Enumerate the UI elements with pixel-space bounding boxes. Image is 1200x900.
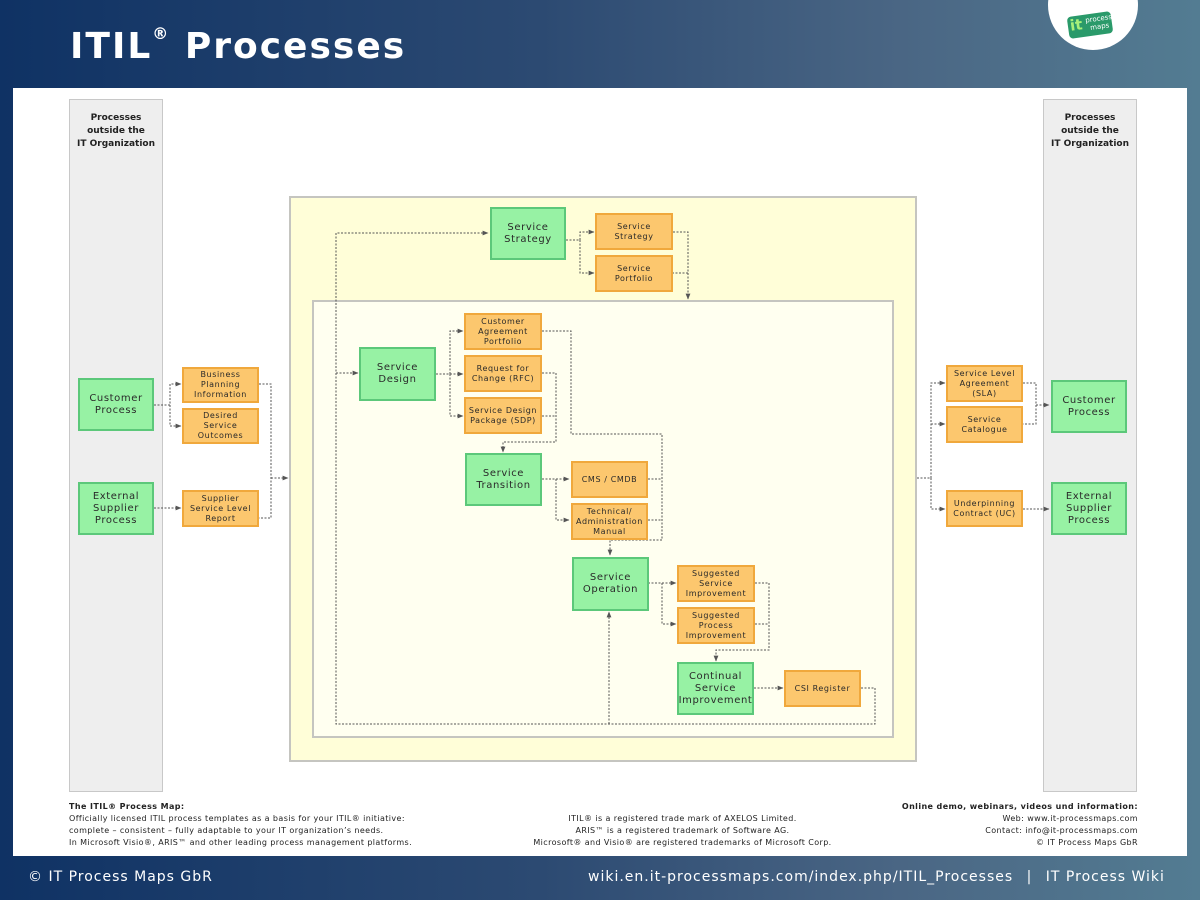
page-title: ITIL® Processes	[70, 24, 407, 67]
artifact-request-for-change[interactable]: Request for Change (RFC)	[464, 355, 542, 392]
artifact-service-strategy[interactable]: Service Strategy	[595, 213, 673, 250]
artifact-service-catalogue[interactable]: Service Catalogue	[946, 406, 1023, 443]
artifact-suggested-process-improvement[interactable]: Suggested Process Improvement	[677, 607, 755, 644]
process-service-design[interactable]: Service Design	[359, 347, 436, 401]
artifact-desired-service-outcomes[interactable]: Desired Service Outcomes	[182, 408, 259, 444]
external-supplier-process-left[interactable]: External Supplier Process	[78, 482, 154, 535]
artifact-service-level-agreement[interactable]: Service Level Agreement (SLA)	[946, 365, 1023, 402]
footer-right-heading: Online demo, webinars, videos und inform…	[901, 802, 1138, 811]
wiki-url-link[interactable]: wiki.en.it-processmaps.com/index.php/ITI…	[588, 869, 1013, 885]
artifact-service-design-package[interactable]: Service Design Package (SDP)	[464, 397, 542, 434]
bottom-copyright: © IT Process Maps GbR	[28, 869, 213, 885]
artifact-cms-cmdb[interactable]: CMS / CMDB	[571, 461, 648, 498]
artifact-suggested-service-improvement[interactable]: Suggested Service Improvement	[677, 565, 755, 602]
footer-left-heading: The ITIL® Process Map:	[69, 802, 185, 811]
footer-trademarks: ITIL® is a registered trade mark of AXEL…	[533, 814, 832, 847]
footer-contact: Online demo, webinars, videos und inform…	[860, 801, 1138, 849]
bottom-separator: |	[1026, 869, 1033, 885]
artifact-service-portfolio[interactable]: Service Portfolio	[595, 255, 673, 292]
process-service-strategy[interactable]: Service Strategy	[490, 207, 566, 260]
artifact-underpinning-contract[interactable]: Underpinning Contract (UC)	[946, 490, 1023, 527]
footer-process-map-note: The ITIL® Process Map: Officially license…	[69, 801, 412, 849]
artifact-supplier-service-level-report[interactable]: Supplier Service Level Report	[182, 490, 259, 527]
footer-left-body: Officially licensed ITIL process templat…	[69, 814, 413, 847]
left-column-external-processes: Processes outside the IT Organization	[69, 99, 163, 792]
it-process-wiki-link[interactable]: IT Process Wiki	[1046, 869, 1165, 885]
artifact-technical-administration-manual[interactable]: Technical/ Administration Manual	[571, 503, 648, 540]
left-column-title: Processes outside the IT Organization	[76, 113, 155, 149]
right-column-title: Processes outside the IT Organization	[1050, 113, 1129, 149]
artifact-business-planning-information[interactable]: Business Planning Information	[182, 367, 259, 403]
artifact-customer-agreement-portfolio[interactable]: Customer Agreement Portfolio	[464, 313, 542, 350]
customer-process-left[interactable]: Customer Process	[78, 378, 154, 431]
process-service-operation[interactable]: Service Operation	[572, 557, 649, 611]
logo-it-glyph: it	[1068, 15, 1084, 35]
external-supplier-process-right[interactable]: External Supplier Process	[1051, 482, 1127, 535]
process-service-transition[interactable]: Service Transition	[465, 453, 542, 506]
footer-right-body: Web: www.it-processmaps.com Contact: inf…	[985, 814, 1138, 847]
artifact-csi-register[interactable]: CSI Register	[784, 670, 861, 707]
right-column-external-processes: Processes outside the IT Organization	[1043, 99, 1137, 792]
process-continual-service-improvement[interactable]: Continual Service Improvement	[677, 662, 754, 715]
customer-process-right[interactable]: Customer Process	[1051, 380, 1127, 433]
bottom-links: wiki.en.it-processmaps.com/index.php/ITI…	[588, 869, 1165, 885]
